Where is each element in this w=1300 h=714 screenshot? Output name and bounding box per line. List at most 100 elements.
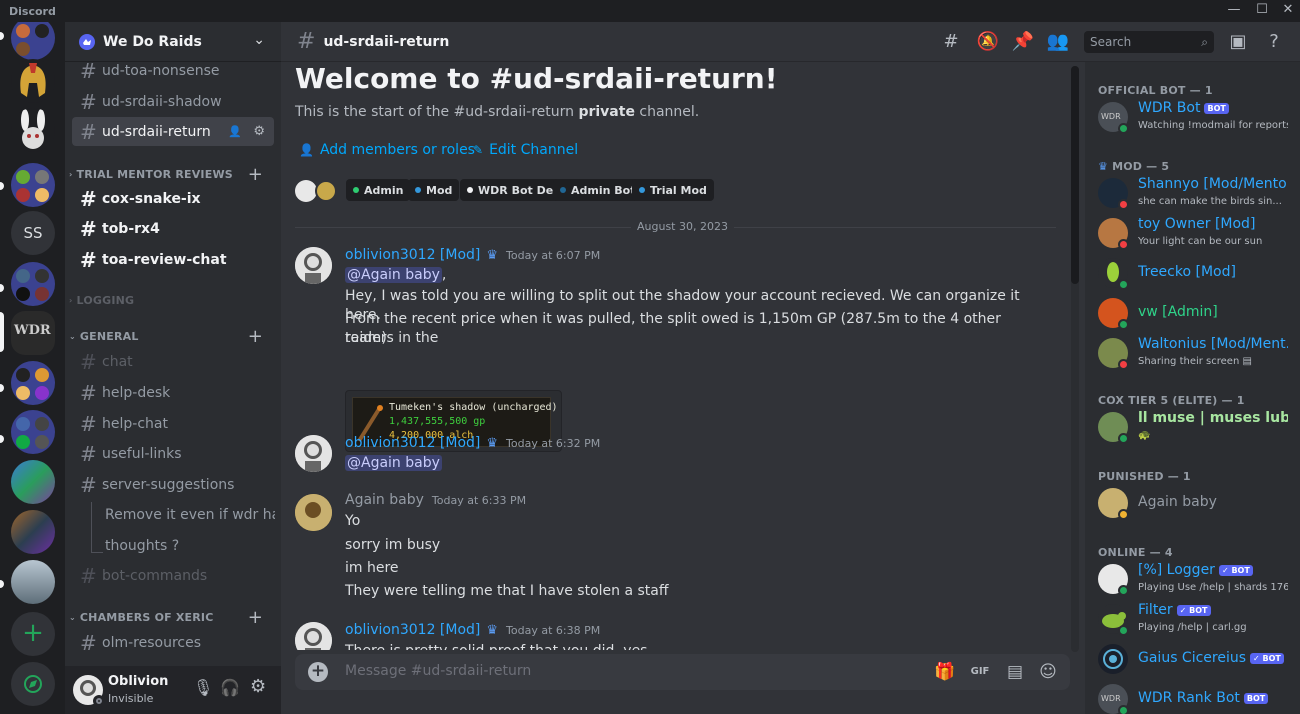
chevron-down-icon[interactable]: ⌄ (253, 32, 265, 48)
edit-channel-link[interactable]: ✎ Edit Channel (473, 142, 578, 158)
user-mention[interactable]: @Again baby (345, 455, 442, 471)
server-folder-icon[interactable] (11, 410, 55, 454)
avatar[interactable] (295, 247, 332, 284)
message-list: Welcome to #ud-srdaii-return! This is th… (281, 62, 1085, 650)
thread-remove-it[interactable]: Remove it even if wdr ha... (105, 502, 275, 528)
server-folder-icon[interactable] (11, 22, 55, 60)
member-filter[interactable]: Filter ✓ BOT Playing /help | carl.gg (1098, 600, 1298, 640)
headphones-icon[interactable]: 🎧 (220, 678, 240, 697)
user-settings-icon[interactable]: ⚙ (250, 676, 266, 697)
message-author[interactable]: oblivion3012 [Mod] ♛ Today at 6:07 PM (345, 247, 600, 263)
author-name[interactable]: oblivion3012 [Mod] (345, 435, 480, 451)
attach-plus-icon[interactable]: + (308, 662, 328, 682)
crown-icon: ♛ (486, 248, 499, 263)
user-mention[interactable]: @Again baby (345, 267, 442, 283)
server-spartan-icon[interactable] (11, 59, 55, 103)
server-dragon-icon[interactable] (11, 460, 55, 504)
invite-icon[interactable]: 👤 (228, 125, 242, 138)
channel-olm-resources[interactable]: # olm-resources (72, 628, 274, 657)
welcome-subtitle: This is the start of the #ud-srdaii-retu… (295, 104, 699, 120)
member-gaius[interactable]: Gaius Cicereius ✓ BOT (1098, 640, 1298, 680)
server-bunny-icon[interactable] (11, 108, 55, 152)
channel-help-chat[interactable]: # help-chat (72, 409, 274, 438)
channel-bot-commands[interactable]: # bot-commands (72, 561, 274, 590)
channel-chat[interactable]: # chat (72, 347, 274, 376)
member-vw[interactable]: vw [Admin] (1098, 294, 1298, 334)
channel-server-suggestions[interactable]: # server-suggestions (72, 470, 274, 499)
avatar[interactable] (295, 622, 332, 650)
help-icon[interactable]: ? (1262, 30, 1286, 54)
add-members-link[interactable]: 👤 Add members or roles (299, 142, 475, 158)
gif-icon[interactable]: GIF (968, 660, 992, 684)
inbox-icon[interactable]: ▣ (1226, 30, 1250, 54)
member-waltonius[interactable]: Waltonius [Mod/Ment... Sharing their scr… (1098, 334, 1298, 374)
channel-cox-snake-ix[interactable]: # cox-snake-ix (72, 184, 274, 213)
member-name: vw [Admin] (1138, 304, 1218, 320)
message-input[interactable]: Message #ud-srdaii-return (345, 663, 531, 679)
add-channel-icon[interactable]: + (248, 326, 263, 347)
member-list-icon[interactable]: 👥 (1046, 30, 1070, 54)
server-landscape-icon[interactable] (11, 560, 55, 604)
server-wdr-icon[interactable]: WDR (11, 311, 55, 355)
add-channel-icon[interactable]: + (248, 164, 263, 185)
author-name[interactable]: Again baby (345, 492, 424, 508)
member-again-baby[interactable]: Again baby (1098, 484, 1298, 524)
timestamp: Today at 6:32 PM (506, 437, 601, 450)
channel-ud-srdaii-shadow[interactable]: # ud-srdaii-shadow (72, 87, 274, 116)
search-input[interactable]: Search ⌕ (1084, 31, 1214, 53)
pin-icon[interactable]: 📌 (1011, 30, 1035, 54)
channel-useful-links[interactable]: # useful-links (72, 439, 274, 468)
category-logging[interactable]: › LOGGING (69, 292, 279, 308)
threads-icon[interactable]: # (939, 30, 963, 54)
member-logger[interactable]: [%] Logger ✓ BOT Playing Use /help | shar… (1098, 560, 1298, 600)
server-ss-icon[interactable]: SS (11, 211, 55, 255)
server-folder-icon[interactable] (11, 163, 55, 207)
member-treecko[interactable]: Treecko [Mod] (1098, 254, 1298, 294)
explore-servers-icon[interactable] (11, 662, 55, 706)
channel-ud-toa-nonsense[interactable]: # ud-toa-nonsense (72, 62, 274, 85)
channel-ud-srdaii-return[interactable]: # ud-srdaii-return 👤 ⚙ (72, 117, 274, 146)
member-wdr-bot[interactable]: WDR WDR Bot BOT Watching !modmail for rep… (1098, 98, 1298, 138)
timestamp: Today at 6:33 PM (431, 494, 527, 507)
channel-help-desk[interactable]: # help-desk (72, 378, 274, 407)
add-channel-icon[interactable]: + (248, 607, 263, 628)
channel-toa-review-chat[interactable]: # toa-review-chat (72, 245, 274, 274)
server-folder-icon[interactable] (11, 361, 55, 405)
message-composer[interactable]: + Message #ud-srdaii-return 🎁 GIF ▤ ☺ (295, 654, 1070, 690)
microphone-icon[interactable]: 🎙 (193, 678, 213, 697)
avatar[interactable] (295, 435, 332, 472)
thread-thoughts[interactable]: thoughts ? (105, 533, 275, 559)
server-header[interactable]: We Do Raids ⌄ (65, 22, 281, 62)
category-chambers-of-xeric[interactable]: ⌄ CHAMBERS OF XERIC + (69, 607, 279, 628)
emoji-icon[interactable]: ☺ (1036, 660, 1060, 684)
server-warrior-icon[interactable] (11, 510, 55, 554)
scrollbar-thumb[interactable] (1071, 66, 1079, 284)
minimize-button[interactable]: — (1221, 0, 1247, 22)
avatar[interactable] (295, 180, 317, 202)
member-muse[interactable]: ll muse | muses lube 🐢 (1098, 408, 1298, 448)
add-server-icon[interactable]: + (11, 612, 55, 656)
member-wdr-rank-bot[interactable]: WDR WDR Rank Bot BOT (1098, 680, 1298, 714)
category-trial-mentor-reviews[interactable]: › TRIAL MENTOR REVIEWS + (69, 164, 279, 185)
sticker-icon[interactable]: ▤ (1003, 660, 1027, 684)
subtitle-text: This is the start of the #ud-srdaii-retu… (295, 104, 579, 120)
gear-icon[interactable]: ⚙ (253, 124, 265, 139)
channel-tob-rx4[interactable]: # tob-rx4 (72, 214, 274, 243)
gift-icon[interactable]: 🎁 (933, 660, 957, 684)
member-shannyo[interactable]: Shannyo [Mod/Mentor] she can make the bi… (1098, 174, 1298, 214)
hash-icon: # (80, 380, 97, 405)
maximize-button[interactable]: ☐ (1249, 0, 1275, 22)
close-button[interactable]: ✕ (1275, 0, 1300, 22)
notification-muted-icon[interactable]: 🔕 (976, 30, 1000, 54)
message-author[interactable]: oblivion3012 [Mod] ♛ Today at 6:38 PM (345, 622, 600, 638)
member-toy[interactable]: toy Owner [Mod] Your light can be our su… (1098, 214, 1298, 254)
message-author[interactable]: oblivion3012 [Mod] ♛ Today at 6:32 PM (345, 435, 600, 451)
server-folder-icon[interactable] (11, 262, 55, 306)
scrollbar-track[interactable] (1071, 66, 1079, 652)
author-name[interactable]: oblivion3012 [Mod] (345, 247, 480, 263)
avatar[interactable] (315, 180, 337, 202)
avatar[interactable] (295, 494, 332, 531)
author-name[interactable]: oblivion3012 [Mod] (345, 622, 480, 638)
message-author[interactable]: Again baby Today at 6:33 PM (345, 492, 526, 508)
category-general[interactable]: ⌄ GENERAL + (69, 326, 279, 347)
